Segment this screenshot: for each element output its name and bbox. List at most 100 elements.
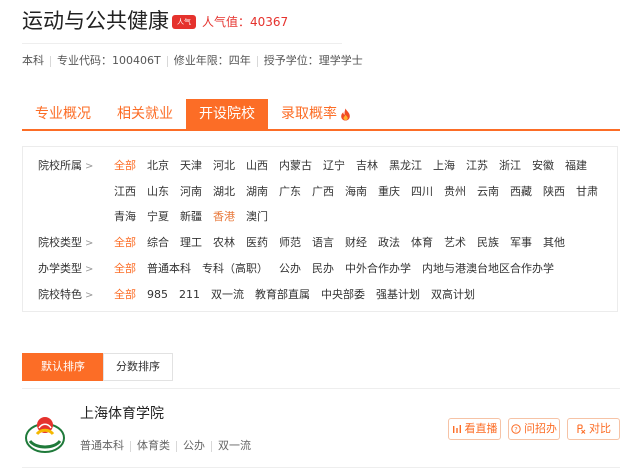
page-title: 运动与公共健康 — [22, 9, 169, 33]
compare-button[interactable]: 对比 — [567, 418, 620, 440]
filter-option[interactable]: 公办 — [279, 260, 301, 278]
filter-option[interactable]: 香港 — [213, 208, 235, 226]
filter-option[interactable]: 山东 — [147, 183, 169, 201]
filter-option[interactable]: 上海 — [433, 157, 455, 175]
filter-option[interactable]: 江苏 — [466, 157, 488, 175]
filter-options-feature: 全部 985 211 双一流 教育部直属 中央部委 强基计划 双高计划 — [114, 286, 486, 304]
filter-option[interactable]: 全部 — [114, 286, 136, 304]
filter-option[interactable]: 中外合作办学 — [345, 260, 411, 278]
school-tags: 普通本科 体育类 公办 双一流 — [80, 438, 251, 454]
school-logo — [25, 417, 65, 453]
tab-admission-label: 录取概率 — [281, 106, 337, 122]
filter-option[interactable]: 安徽 — [532, 157, 554, 175]
filter-option[interactable]: 内地与港澳台地区合作办学 — [422, 260, 554, 278]
filter-option[interactable]: 广西 — [312, 183, 334, 201]
filter-option[interactable]: 宁夏 — [147, 208, 169, 226]
sort-default-button[interactable]: 默认排序 — [22, 353, 104, 381]
filter-option[interactable]: 专科（高职） — [202, 260, 268, 278]
filter-option[interactable]: 双高计划 — [431, 286, 475, 304]
filter-option[interactable]: 财经 — [345, 234, 367, 252]
divider — [22, 467, 620, 468]
filter-option[interactable]: 全部 — [114, 260, 136, 278]
school-name[interactable]: 上海体育学院 — [80, 404, 164, 424]
filter-option[interactable]: 民族 — [477, 234, 499, 252]
filter-option[interactable]: 吉林 — [356, 157, 378, 175]
filter-option[interactable]: 黑龙江 — [389, 157, 422, 175]
watch-live-label: 看直播 — [464, 422, 498, 435]
filter-option[interactable]: 天津 — [180, 157, 202, 175]
filter-options-type: 全部 综合 理工 农林 医药 师范 语言 财经 政法 体育 艺术 民族 军事 其… — [114, 234, 576, 252]
filter-option[interactable]: 理工 — [180, 234, 202, 252]
filter-option[interactable]: 云南 — [477, 183, 499, 201]
filter-option[interactable]: 双一流 — [211, 286, 244, 304]
filter-option[interactable]: 语言 — [312, 234, 334, 252]
filter-option[interactable]: 贵州 — [444, 183, 466, 201]
filter-option[interactable]: 青海 — [114, 208, 136, 226]
filter-option[interactable]: 四川 — [411, 183, 433, 201]
tab-employment[interactable]: 相关就业 — [104, 99, 186, 130]
filter-option[interactable]: 艺术 — [444, 234, 466, 252]
filter-option[interactable]: 强基计划 — [376, 286, 420, 304]
filter-option[interactable]: 北京 — [147, 157, 169, 175]
filter-option[interactable]: 河南 — [180, 183, 202, 201]
filter-option[interactable]: 重庆 — [378, 183, 400, 201]
filter-option[interactable]: 江西 — [114, 183, 136, 201]
filter-option[interactable]: 全部 — [114, 234, 136, 252]
filter-option[interactable]: 西藏 — [510, 183, 532, 201]
filter-label-text: 办学类型 — [38, 262, 82, 275]
filter-option[interactable]: 中央部委 — [321, 286, 365, 304]
tab-underline — [22, 129, 620, 131]
tag-separator — [130, 440, 131, 452]
school-tag: 公办 — [183, 439, 205, 452]
filter-option[interactable]: 普通本科 — [147, 260, 191, 278]
filter-option[interactable]: 师范 — [279, 234, 301, 252]
filter-option[interactable]: 全部 — [114, 157, 136, 175]
filter-option[interactable]: 湖北 — [213, 183, 235, 201]
filter-label-type: 院校类型 > — [38, 234, 93, 253]
filter-option[interactable]: 澳门 — [246, 208, 268, 226]
filter-label-location: 院校所属 > — [38, 157, 93, 176]
chevron-right-icon: > — [85, 238, 94, 249]
major-meta: 本科 专业代码：100406T 修业年限：四年 授予学位：理学学士 — [22, 52, 363, 70]
popularity-number: 40367 — [250, 15, 289, 29]
filter-option[interactable]: 甘肃 — [576, 183, 598, 201]
filter-options-location-2: 江西 山东 河南 湖北 湖南 广东 广西 海南 重庆 四川 贵州 云南 西藏 陕… — [114, 183, 609, 201]
ask-admissions-label: 问招办 — [524, 422, 557, 435]
filter-option[interactable]: 新疆 — [180, 208, 202, 226]
school-tag: 普通本科 — [80, 439, 124, 452]
filter-option[interactable]: 海南 — [345, 183, 367, 201]
filter-option[interactable]: 211 — [179, 286, 200, 304]
filter-option[interactable]: 医药 — [246, 234, 268, 252]
filter-option[interactable]: 陕西 — [543, 183, 565, 201]
filter-label-feature: 院校特色 > — [38, 286, 93, 305]
filter-option[interactable]: 民办 — [312, 260, 334, 278]
filter-option[interactable]: 辽宁 — [323, 157, 345, 175]
tab-overview[interactable]: 专业概况 — [22, 99, 104, 130]
filter-option[interactable]: 政法 — [378, 234, 400, 252]
tab-admission-probability[interactable]: 录取概率 — [268, 99, 364, 130]
ask-admissions-button[interactable]: ? 问招办 — [508, 418, 560, 440]
filter-option[interactable]: 河北 — [213, 157, 235, 175]
filter-option[interactable]: 广东 — [279, 183, 301, 201]
filter-option[interactable]: 其他 — [543, 234, 565, 252]
sort-score-button[interactable]: 分数排序 — [103, 353, 173, 381]
filter-label-text: 院校所属 — [38, 159, 82, 172]
filter-option[interactable]: 浙江 — [499, 157, 521, 175]
school-tag: 双一流 — [218, 439, 251, 452]
watch-live-button[interactable]: 看直播 — [448, 418, 501, 440]
meta-years: 修业年限：四年 — [173, 54, 251, 67]
filter-option[interactable]: 山西 — [246, 157, 268, 175]
filter-option[interactable]: 内蒙古 — [279, 157, 312, 175]
filter-option[interactable]: 综合 — [147, 234, 169, 252]
tab-schools[interactable]: 开设院校 — [186, 99, 268, 130]
filter-option[interactable]: 体育 — [411, 234, 433, 252]
divider — [22, 388, 620, 389]
filter-option[interactable]: 教育部直属 — [255, 286, 310, 304]
filter-option[interactable]: 福建 — [565, 157, 587, 175]
filter-option[interactable]: 农林 — [213, 234, 235, 252]
filter-option[interactable]: 985 — [147, 286, 168, 304]
divider — [22, 43, 342, 44]
filter-options-location-3: 青海 宁夏 新疆 香港 澳门 — [114, 208, 279, 226]
filter-option[interactable]: 湖南 — [246, 183, 268, 201]
filter-option[interactable]: 军事 — [510, 234, 532, 252]
